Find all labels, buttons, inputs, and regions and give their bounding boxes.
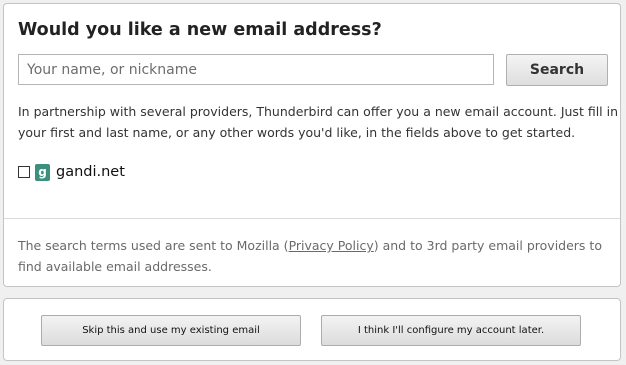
provider-item-gandi[interactable]: g gandi.net [18, 162, 125, 182]
name-search-input[interactable] [18, 54, 494, 85]
gandi-logo-icon: g [35, 163, 50, 181]
configure-later-button[interactable]: I think I'll configure my account later. [321, 315, 581, 346]
new-email-panel: Would you like a new email address? Sear… [3, 3, 621, 287]
search-button[interactable]: Search [506, 54, 608, 86]
privacy-text-before: The search terms used are sent to Mozill… [18, 238, 289, 253]
privacy-policy-link[interactable]: Privacy Policy [289, 238, 374, 253]
provider-name: gandi.net [56, 164, 125, 180]
provider-checkbox[interactable] [18, 166, 30, 178]
divider [4, 218, 620, 219]
privacy-notice: The search terms used are sent to Mozill… [18, 235, 616, 277]
skip-use-existing-button[interactable]: Skip this and use my existing email [41, 315, 301, 346]
page-title: Would you like a new email address? [18, 20, 382, 40]
description-text: In partnership with several providers, T… [18, 104, 619, 140]
action-panel: Skip this and use my existing email I th… [3, 298, 621, 361]
